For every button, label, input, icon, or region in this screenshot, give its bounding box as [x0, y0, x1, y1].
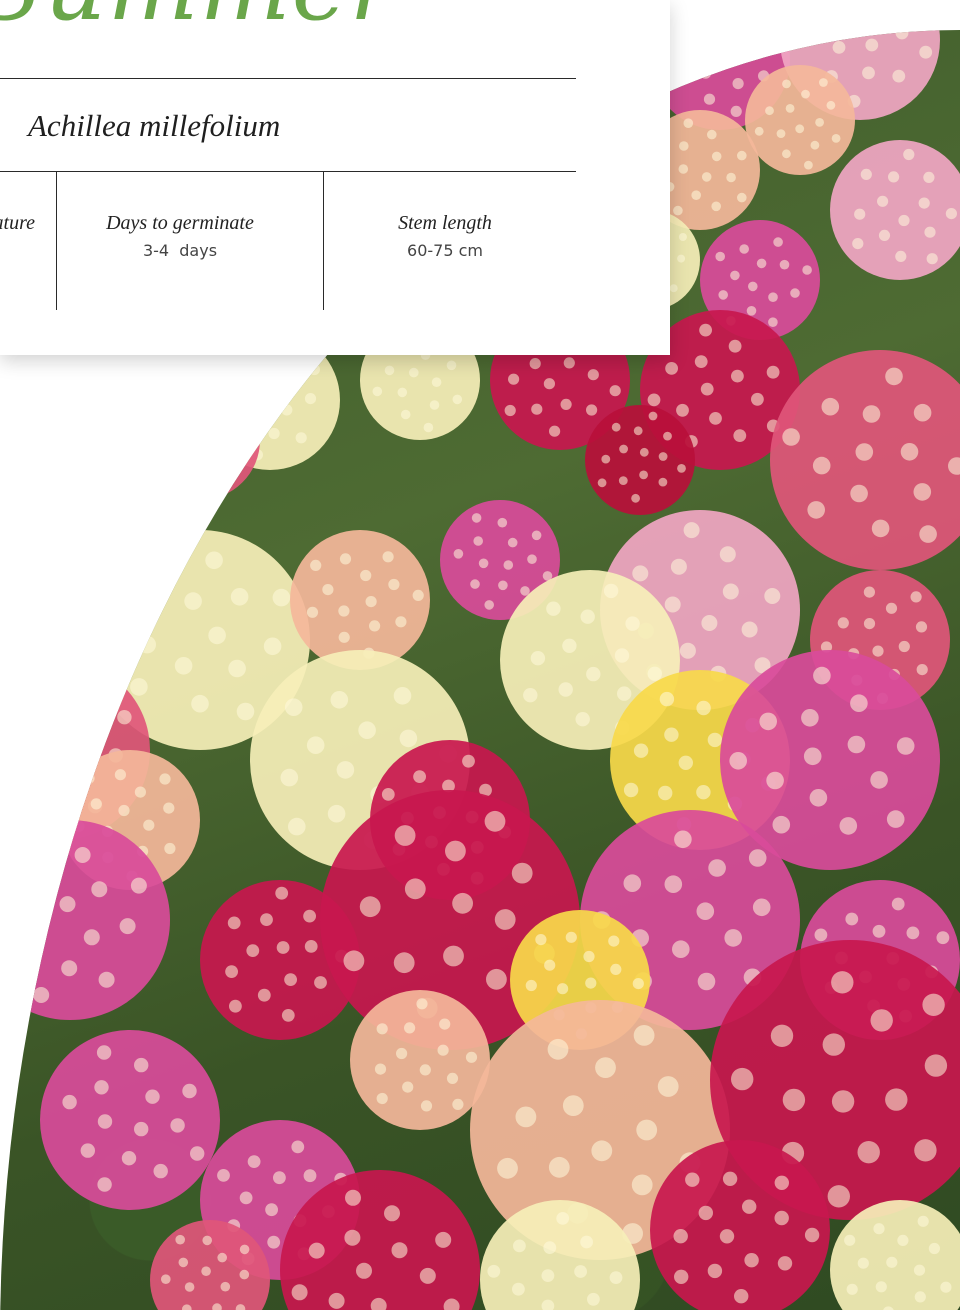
flower-cluster — [140, 380, 260, 500]
flower-cluster — [745, 65, 855, 175]
spec-days-to-germinate: Days to germinate 3-4 days — [80, 212, 280, 260]
spec-stem-length: Stem length 60-75 cm — [355, 212, 535, 260]
flower-cluster — [290, 530, 430, 670]
spec-label: Temperature — [0, 212, 35, 234]
flower-cluster — [350, 990, 490, 1130]
spec-label: Stem length — [398, 212, 492, 234]
card-title: Summer — [0, 0, 396, 34]
latin-name: Achillea millefolium — [28, 108, 281, 143]
spec-value: 60-75 cm — [407, 241, 483, 260]
flower-cluster — [40, 1030, 220, 1210]
flower-cluster — [5, 475, 175, 645]
top-rule — [0, 78, 576, 79]
flower-cluster — [830, 140, 960, 280]
plant-info-card: Summer Achillea millefolium Temperature … — [0, 0, 670, 355]
spec-temperature: Temperature — [0, 212, 35, 241]
spec-divider — [323, 172, 324, 310]
spec-label: Days to germinate — [106, 212, 254, 234]
spec-divider — [56, 172, 57, 310]
flower-cluster — [585, 405, 695, 515]
middle-rule — [0, 171, 576, 172]
spec-value: 3-4 days — [142, 241, 218, 260]
